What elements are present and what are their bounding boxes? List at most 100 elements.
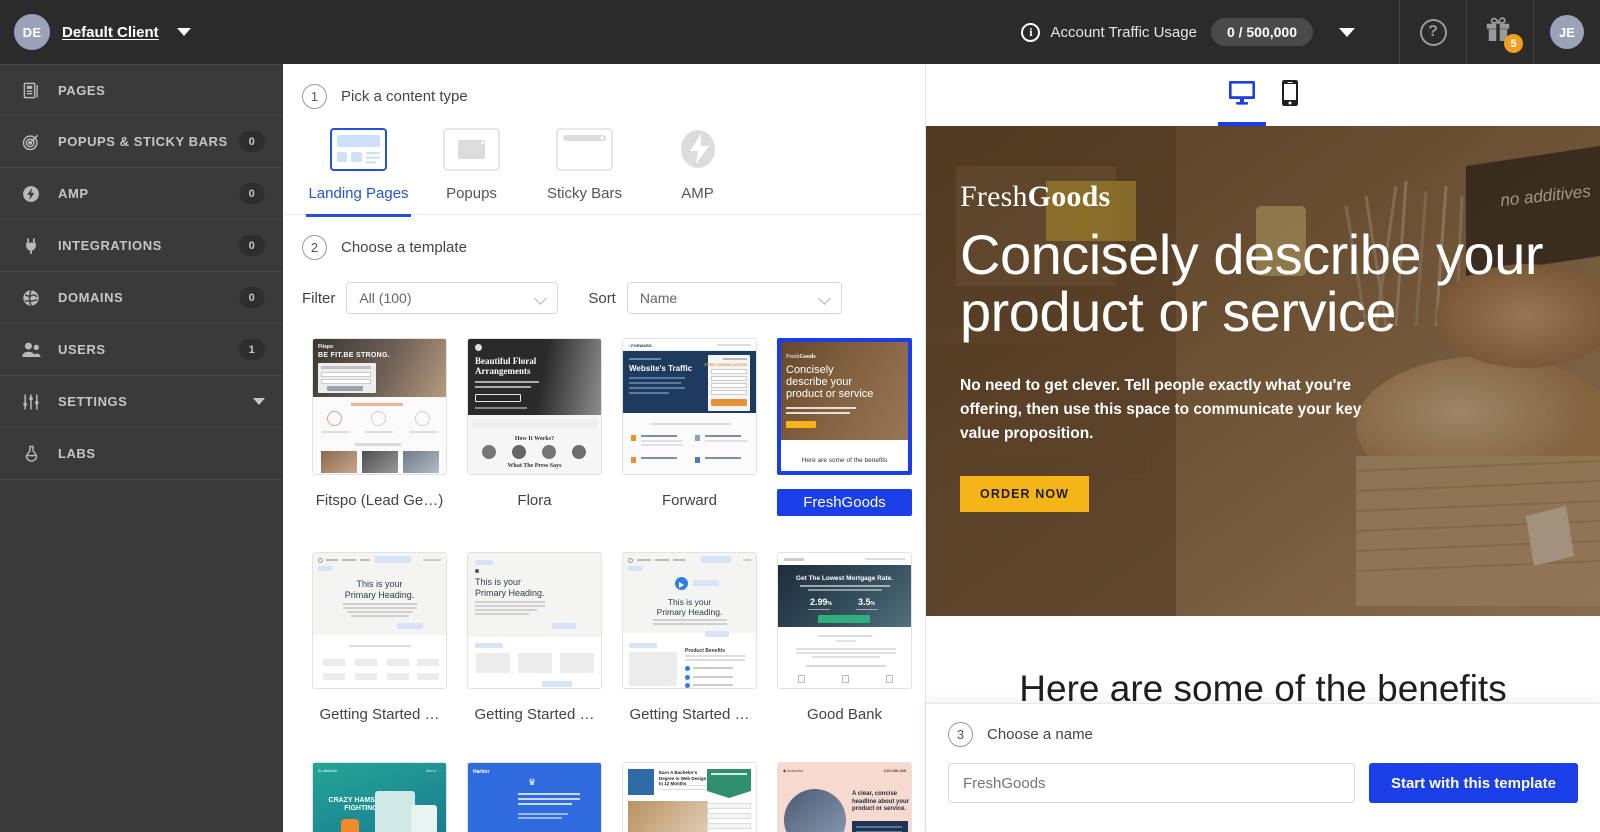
traffic-label: Account Traffic Usage	[1050, 23, 1197, 41]
template-thumbnail: ◎ wildtech Menu ··· CRAZY HAMSTERS FIGHTI…	[312, 762, 447, 832]
template-card[interactable]: ◎ wildtech Menu ··· CRAZY HAMSTERS FIGHTI…	[302, 762, 457, 832]
template-card[interactable]: Earn A Bachelor's Degree In Web Design I…	[612, 762, 767, 832]
step-3-choose-name: 3 Choose a name Start with this template	[926, 703, 1600, 832]
template-thumbnail: Earn A Bachelor's Degree In Web Design I…	[622, 762, 757, 832]
tab-sticky-bars[interactable]: Sticky Bars	[528, 127, 641, 217]
step-2-choose-template: 2 Choose a template Filter All (100) Sor…	[283, 215, 925, 314]
chevron-down-icon	[534, 292, 548, 305]
template-card[interactable]: Fitspo BE FIT.BE STRONG. Fitspo (Lead Ge…	[302, 338, 457, 516]
step-2-number: 2	[302, 235, 327, 260]
device-toggle-desktop[interactable]	[1218, 64, 1266, 126]
sidebar-item-label: DOMAINS	[58, 290, 124, 305]
template-card[interactable]: ↑ FORWARD Website's Traffic FREE CONSULT…	[612, 338, 767, 516]
sidebar-badge: 1	[239, 339, 265, 360]
sticky-bar-icon	[556, 127, 613, 171]
client-name[interactable]: Default Client	[62, 24, 159, 41]
tab-label: Landing Pages	[308, 185, 409, 202]
step-1-title: Pick a content type	[341, 88, 468, 105]
preview-brand: FreshGoods	[960, 180, 1570, 214]
bolt-icon	[20, 183, 42, 205]
sidebar-item-label: INTEGRATIONS	[58, 238, 162, 253]
sidebar-badge: 0	[239, 235, 265, 256]
template-card[interactable]: Get The Lowest Mortgage Rate. 2.99% 3.5%	[767, 552, 922, 726]
info-icon: i	[1021, 22, 1041, 42]
filter-value: All (100)	[359, 290, 412, 306]
sidebar-item-domains[interactable]: DOMAINS 0	[0, 272, 283, 324]
avatar: JE	[1550, 15, 1584, 49]
template-thumbnail: Harbor ♛ ♛ ♛ ♛ ♛	[467, 762, 602, 832]
desktop-icon	[1227, 79, 1257, 112]
tab-label: Sticky Bars	[546, 185, 622, 202]
sidebar-item-label: SETTINGS	[58, 394, 128, 409]
preview-cta-button[interactable]: ORDER NOW	[960, 476, 1090, 513]
template-card[interactable]: This is your Primary Heading. Getting St…	[302, 552, 457, 726]
client-selector[interactable]: DE Default Client	[0, 0, 283, 64]
sidebar-item-label: POPUPS & STICKY BARS	[58, 134, 228, 149]
tab-label: Popups	[446, 185, 497, 202]
popup-icon	[443, 127, 500, 171]
help-button[interactable]: ?	[1400, 0, 1466, 64]
sidebar-item-labs[interactable]: LABS	[0, 428, 283, 480]
filter-select[interactable]: All (100)	[346, 282, 559, 314]
template-name: Getting Started …	[474, 706, 595, 723]
tab-underline	[532, 214, 637, 217]
device-toggle-mobile[interactable]	[1281, 64, 1299, 126]
sidebar-item-pages[interactable]: PAGES	[0, 64, 283, 116]
template-name: Getting Started …	[629, 706, 750, 723]
tab-amp[interactable]: AMP	[641, 127, 754, 217]
template-card[interactable]: Harbor ♛ ♛ ♛ ♛ ♛	[457, 762, 612, 832]
tab-popups[interactable]: Popups	[415, 127, 528, 217]
template-picker: 1 Pick a content type Landing Pages Popu…	[283, 64, 926, 832]
template-thumbnail: ↑ FORWARD Website's Traffic FREE CONSULT…	[622, 338, 757, 475]
step-3-title: Choose a name	[987, 726, 1093, 743]
start-with-template-button[interactable]: Start with this template	[1368, 763, 1578, 803]
template-name: FreshGoods	[777, 489, 912, 516]
template-thumbnail: Beautiful Floral Arrangements How It Work…	[467, 338, 602, 475]
template-card[interactable]: This is your Primary Heading. Product Ben…	[612, 552, 767, 726]
template-name-input[interactable]	[948, 763, 1355, 803]
traffic-dropdown-chevron-icon[interactable]	[1339, 27, 1355, 37]
sort-value: Name	[639, 290, 678, 306]
sidebar-item-popups-sticky-bars[interactable]: POPUPS & STICKY BARS 0	[0, 116, 283, 168]
template-name: Getting Started …	[319, 706, 440, 723]
chevron-down-icon[interactable]	[253, 398, 265, 405]
sidebar-item-integrations[interactable]: INTEGRATIONS 0	[0, 220, 283, 272]
user-menu-button[interactable]: JE	[1534, 0, 1600, 64]
sidebar-item-label: PAGES	[58, 82, 106, 98]
sidebar-item-label: USERS	[58, 342, 106, 357]
landing-page-icon	[330, 127, 387, 171]
active-tab-underline	[306, 214, 411, 217]
gift-button[interactable]: 5	[1467, 0, 1533, 64]
template-name: Good Bank	[806, 706, 883, 723]
brand-light: Fresh	[960, 180, 1028, 213]
template-name: Forward	[661, 492, 717, 509]
sidebar-item-settings[interactable]: SETTINGS	[0, 376, 283, 428]
gift-badge: 5	[1504, 34, 1523, 53]
template-thumbnail: ◆ business 619.288.288 A clear, concise …	[777, 762, 912, 832]
account-traffic-usage[interactable]: i Account Traffic Usage 0 / 500,000	[1021, 18, 1319, 46]
template-card[interactable]: ◆ business 619.288.288 A clear, concise …	[767, 762, 922, 832]
template-card[interactable]: Beautiful Floral Arrangements How It Work…	[457, 338, 612, 516]
sidebar-nav: PAGES POPUPS & STICKY BARS 0 AMP 0 INTEG…	[0, 64, 283, 832]
template-card[interactable]: This is your Primary Heading. Getting Sta…	[457, 552, 612, 726]
preview-hero: no additives FreshGoods Concisely descri…	[926, 126, 1600, 616]
sort-select[interactable]: Name	[626, 282, 842, 314]
tab-landing-pages[interactable]: Landing Pages	[302, 127, 415, 217]
mobile-icon	[1281, 79, 1299, 112]
pages-icon	[20, 79, 42, 101]
amp-bolt-icon	[675, 127, 721, 171]
users-icon	[20, 339, 42, 361]
sidebar-badge: 0	[239, 287, 265, 308]
target-icon	[20, 131, 42, 153]
template-card-selected[interactable]: FreshGoods Concisely describe your product…	[767, 338, 922, 516]
chevron-down-icon[interactable]	[176, 28, 191, 36]
sidebar-item-amp[interactable]: AMP 0	[0, 168, 283, 220]
sliders-icon	[20, 391, 42, 413]
chevron-down-icon	[817, 292, 831, 305]
flask-icon	[20, 443, 42, 465]
sidebar-item-users[interactable]: USERS 1	[0, 324, 283, 376]
